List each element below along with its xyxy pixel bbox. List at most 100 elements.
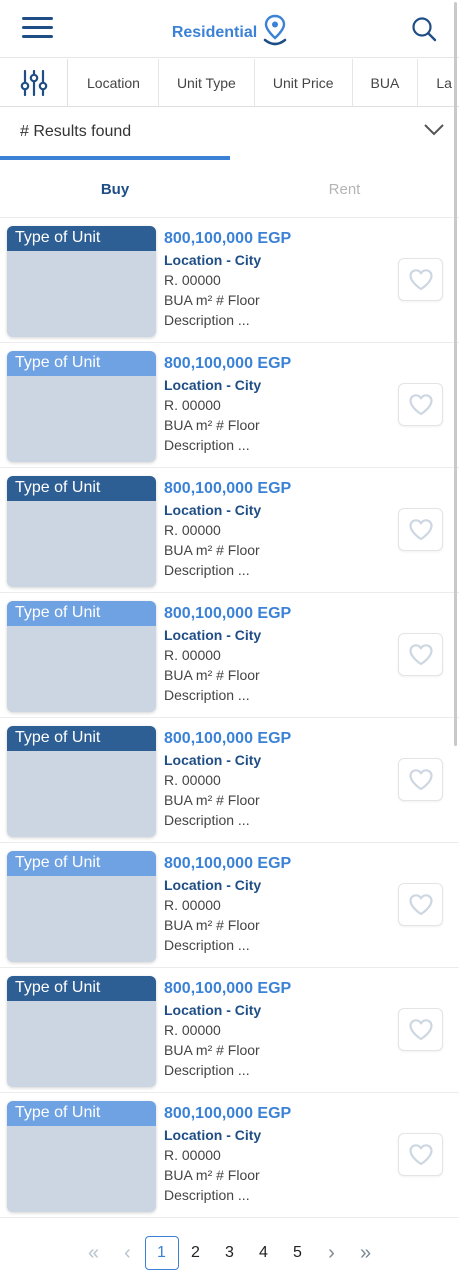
page-button-3[interactable]: 3 (213, 1236, 247, 1270)
listing-card[interactable]: Type of Unit 800,100,000 EGP Location - … (0, 593, 459, 718)
listing-info: 800,100,000 EGP Location - City R. 00000… (164, 479, 291, 580)
listing-card[interactable]: Type of Unit 800,100,000 EGP Location - … (0, 468, 459, 593)
listing-image[interactable]: Type of Unit (7, 476, 156, 587)
listing-location: Location - City (164, 502, 262, 518)
unit-type-badge: Type of Unit (7, 226, 156, 251)
listing-price: 800,100,000 EGP (164, 980, 292, 997)
listing-card[interactable]: Type of Unit 800,100,000 EGP Location - … (0, 718, 459, 843)
listing-info: 800,100,000 EGP Location - City R. 00000… (164, 229, 291, 330)
prev-page-icon[interactable]: ‹ (111, 1236, 145, 1270)
listing-price: 800,100,000 EGP (164, 730, 292, 747)
listing-ref: R. 00000 (164, 272, 221, 288)
first-page-icon[interactable]: « (77, 1236, 111, 1270)
listing-description: Description ... (164, 812, 250, 828)
listing-card[interactable]: Type of Unit 800,100,000 EGP Location - … (0, 968, 459, 1093)
tab-bar: Buy Rent (0, 156, 459, 218)
listing-image[interactable]: Type of Unit (7, 1101, 156, 1212)
listing-card[interactable]: Type of Unit 800,100,000 EGP Location - … (0, 1093, 459, 1218)
unit-type-badge: Type of Unit (7, 726, 156, 751)
search-icon[interactable] (411, 16, 437, 47)
listing-description: Description ... (164, 1062, 250, 1078)
tab-buy[interactable]: Buy (0, 160, 230, 218)
listing-specs: BUA m² # Floor (164, 1042, 260, 1058)
listing-price: 800,100,000 EGP (164, 855, 292, 872)
listing-ref: R. 00000 (164, 1022, 221, 1038)
listing-info: 800,100,000 EGP Location - City R. 00000… (164, 354, 291, 455)
heart-outline-icon (408, 768, 433, 790)
filter-location[interactable]: Location (68, 59, 159, 106)
unit-type-badge: Type of Unit (7, 476, 156, 501)
listing-image[interactable]: Type of Unit (7, 726, 156, 837)
sliders-icon[interactable] (0, 59, 68, 106)
listing-description: Description ... (164, 937, 250, 953)
listing-specs: BUA m² # Floor (164, 917, 260, 933)
tab-rent[interactable]: Rent (230, 160, 459, 218)
listing-image[interactable]: Type of Unit (7, 601, 156, 712)
favorite-button[interactable] (398, 1133, 443, 1176)
page-title: Residential (171, 23, 258, 41)
listing-image[interactable]: Type of Unit (7, 226, 156, 337)
listing-info: 800,100,000 EGP Location - City R. 00000… (164, 979, 291, 1080)
listing-image[interactable]: Type of Unit (7, 976, 156, 1087)
heart-outline-icon (408, 1143, 433, 1165)
favorite-button[interactable] (398, 758, 443, 801)
listing-location: Location - City (164, 627, 262, 643)
page-button-2[interactable]: 2 (179, 1236, 213, 1270)
listing-info: 800,100,000 EGP Location - City R. 00000… (164, 729, 291, 830)
listing-list: Type of Unit 800,100,000 EGP Location - … (0, 218, 459, 1218)
favorite-button[interactable] (398, 883, 443, 926)
filter-unit-type[interactable]: Unit Type (159, 59, 255, 106)
unit-type-badge: Type of Unit (7, 351, 156, 376)
listing-ref: R. 00000 (164, 647, 221, 663)
listing-ref: R. 00000 (164, 522, 221, 538)
listing-location: Location - City (164, 1002, 262, 1018)
filter-bua[interactable]: BUA (353, 59, 419, 106)
heart-outline-icon (408, 893, 433, 915)
listing-location: Location - City (164, 377, 262, 393)
favorite-button[interactable] (398, 508, 443, 551)
favorite-button[interactable] (398, 1008, 443, 1051)
page-button-5[interactable]: 5 (281, 1236, 315, 1270)
listing-specs: BUA m² # Floor (164, 1167, 260, 1183)
filter-land[interactable]: La (418, 59, 459, 106)
unit-type-badge: Type of Unit (7, 1101, 156, 1126)
app-header: Residential (0, 0, 459, 58)
listing-info: 800,100,000 EGP Location - City R. 00000… (164, 1104, 291, 1205)
listing-card[interactable]: Type of Unit 800,100,000 EGP Location - … (0, 343, 459, 468)
listing-image[interactable]: Type of Unit (7, 351, 156, 462)
next-page-icon[interactable]: › (315, 1236, 349, 1270)
favorite-button[interactable] (398, 633, 443, 676)
unit-type-badge: Type of Unit (7, 851, 156, 876)
listing-description: Description ... (164, 1187, 250, 1203)
pagination: « ‹ 1 2 3 4 5 › » (0, 1234, 459, 1272)
last-page-icon[interactable]: » (349, 1236, 383, 1270)
favorite-button[interactable] (398, 258, 443, 301)
page-button-4[interactable]: 4 (247, 1236, 281, 1270)
listing-description: Description ... (164, 687, 250, 703)
unit-type-badge: Type of Unit (7, 601, 156, 626)
heart-outline-icon (408, 393, 433, 415)
listing-ref: R. 00000 (164, 772, 221, 788)
favorite-button[interactable] (398, 383, 443, 426)
heart-outline-icon (408, 268, 433, 290)
heart-outline-icon (408, 1018, 433, 1040)
page-button-1[interactable]: 1 (144, 1236, 179, 1270)
listing-ref: R. 00000 (164, 1147, 221, 1163)
listing-card[interactable]: Type of Unit 800,100,000 EGP Location - … (0, 843, 459, 968)
heart-outline-icon (408, 518, 433, 540)
listing-description: Description ... (164, 312, 250, 328)
brand: Residential (0, 14, 459, 51)
location-pin-icon (263, 14, 287, 51)
listing-specs: BUA m² # Floor (164, 542, 260, 558)
listing-location: Location - City (164, 877, 262, 893)
filter-unit-price[interactable]: Unit Price (255, 59, 353, 106)
listing-image[interactable]: Type of Unit (7, 851, 156, 962)
listing-card[interactable]: Type of Unit 800,100,000 EGP Location - … (0, 218, 459, 343)
listing-specs: BUA m² # Floor (164, 417, 260, 433)
listing-price: 800,100,000 EGP (164, 480, 292, 497)
listing-ref: R. 00000 (164, 897, 221, 913)
listing-ref: R. 00000 (164, 397, 221, 413)
scrollbar[interactable] (454, 2, 457, 746)
chevron-down-icon (423, 123, 445, 142)
results-dropdown[interactable]: # Results found (0, 108, 459, 156)
